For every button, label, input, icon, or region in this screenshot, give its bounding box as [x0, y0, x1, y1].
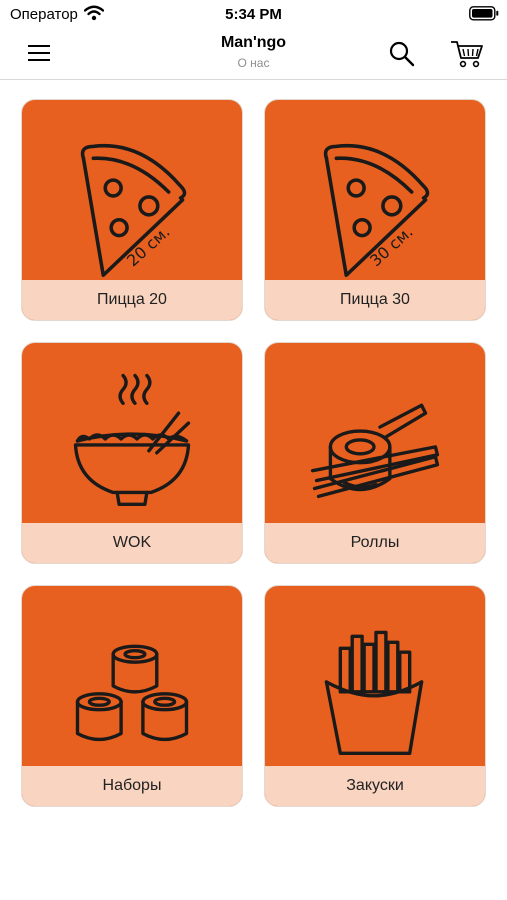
category-label: Закуски	[346, 777, 404, 794]
status-bar: Оператор 5:34 PM	[0, 0, 507, 30]
pizza-slice-icon: 30 см.	[265, 100, 485, 282]
rolls-set-icon	[22, 586, 242, 768]
category-label: Наборы	[102, 777, 162, 794]
category-label: WOK	[112, 534, 152, 551]
clock: 5:34 PM	[225, 6, 282, 23]
header-titles: Man'ngo О нас	[150, 34, 357, 70]
category-card-pizza-30[interactable]: 30 см. Пицца 30	[264, 99, 486, 321]
category-card-pizza-20[interactable]: 20 см. Пицца 20	[21, 99, 243, 321]
app-title: Man'ngo	[220, 34, 287, 51]
category-label: Пицца 30	[340, 291, 410, 308]
fries-icon	[265, 586, 485, 768]
category-card-rolls[interactable]: Роллы	[264, 342, 486, 564]
cart-icon[interactable]	[450, 39, 484, 69]
nav-bar: Man'ngo О нас	[0, 30, 507, 80]
about-link[interactable]: О нас	[150, 56, 357, 70]
battery-icon	[469, 6, 499, 21]
pizza-size-label: 30 см.	[366, 222, 417, 270]
category-card-wok[interactable]: WOK	[21, 342, 243, 564]
search-icon[interactable]	[388, 40, 416, 68]
category-label: Пицца 20	[97, 291, 167, 308]
category-label: Роллы	[350, 534, 400, 551]
pizza-slice-icon: 20 см.	[22, 100, 242, 282]
hamburger-menu-icon[interactable]	[24, 40, 54, 66]
wok-bowl-icon	[22, 343, 242, 525]
roll-chopsticks-icon	[265, 343, 485, 525]
category-card-snacks[interactable]: Закуски	[264, 585, 486, 807]
category-card-sets[interactable]: Наборы	[21, 585, 243, 807]
pizza-size-label: 20 см.	[123, 222, 174, 270]
